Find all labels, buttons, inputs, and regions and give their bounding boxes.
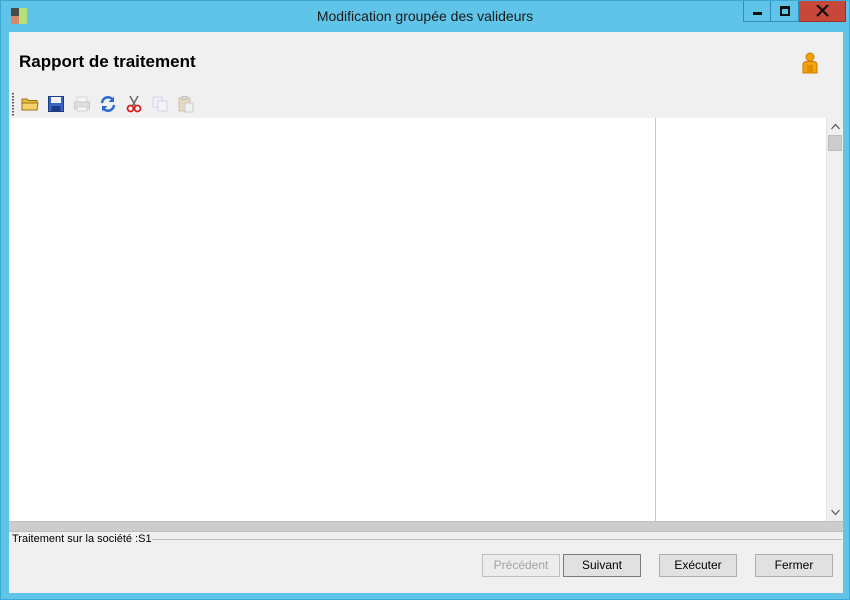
open-folder-icon[interactable] — [21, 95, 39, 113]
toolbar — [12, 93, 212, 117]
copy-icon[interactable] — [151, 95, 169, 113]
close-button[interactable]: Fermer — [755, 554, 833, 577]
report-panel-divider[interactable] — [655, 118, 656, 521]
splitter-bar[interactable] — [9, 521, 843, 532]
refresh-icon[interactable] — [99, 95, 117, 113]
execute-button[interactable]: Exécuter — [659, 554, 737, 577]
person-icon — [801, 52, 819, 74]
close-icon — [816, 5, 829, 17]
page-title: Rapport de traitement — [19, 52, 196, 71]
paste-icon[interactable] — [177, 95, 195, 113]
report-content-area[interactable] — [10, 118, 826, 521]
status-separator — [152, 539, 842, 540]
toolbar-grip[interactable] — [12, 93, 14, 117]
next-button[interactable]: Suivant — [563, 554, 641, 577]
scroll-down-arrow-icon[interactable] — [828, 504, 843, 520]
close-window-button[interactable] — [799, 1, 846, 22]
cut-icon[interactable] — [125, 95, 143, 113]
status-text: Traitement sur la société :S1 — [12, 533, 152, 545]
maximize-button[interactable] — [771, 1, 799, 22]
print-icon[interactable] — [73, 95, 91, 113]
title-bar[interactable]: Modification groupée des valideurs — [1, 1, 849, 32]
scroll-thumb[interactable] — [828, 135, 842, 151]
vertical-scrollbar[interactable] — [826, 118, 843, 521]
scroll-up-arrow-icon[interactable] — [828, 119, 843, 135]
window-title: Modification groupée des valideurs — [316, 8, 534, 24]
client-area: Rapport de traitement Traitement sur la … — [9, 32, 843, 593]
minimize-button[interactable] — [743, 1, 771, 22]
save-icon[interactable] — [47, 95, 65, 113]
main-window: Modification groupée des valideurs Rappo… — [0, 0, 850, 600]
previous-button[interactable]: Précédent — [482, 554, 560, 577]
